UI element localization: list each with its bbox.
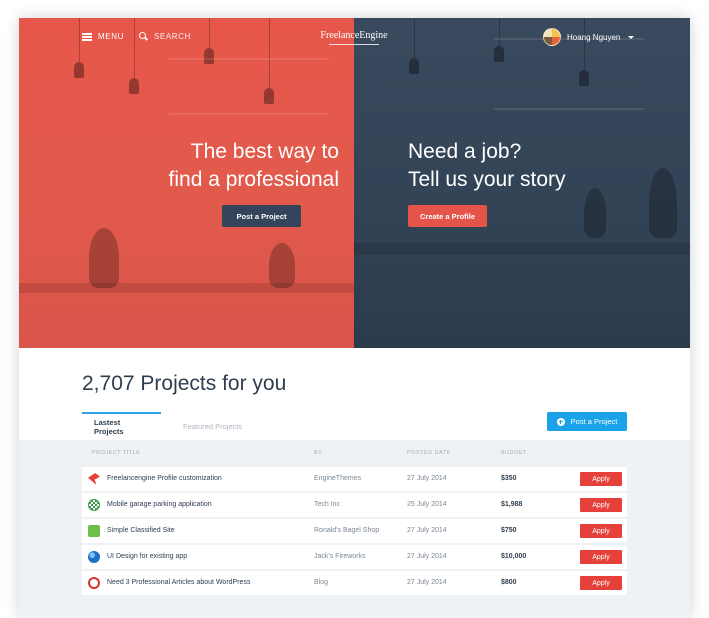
project-title[interactable]: Mobile garage parking application [107,501,212,508]
budget: $350 [501,475,517,482]
user-menu[interactable]: Hoang Nguyen [543,28,635,46]
budget: $1,988 [501,501,523,508]
pattern-icon [88,499,100,511]
apply-button[interactable]: Apply [580,550,622,564]
tab-latest-projects[interactable]: Lastest Projects [82,412,161,440]
avatar [543,28,561,46]
flame-icon [88,577,100,589]
menu-button[interactable]: MENU [82,32,124,41]
hero-left-title: The best way to find a professional [99,138,339,194]
budget: $10,000 [501,553,527,560]
project-title[interactable]: Simple Classified Site [107,527,175,534]
menu-label: MENU [98,32,124,41]
project-title[interactable]: Need 3 Professional Articles about WordP… [107,579,250,586]
project-tabs: Lastest Projects Featured Projects [82,412,254,440]
table-row[interactable]: Need 3 Professional Articles about WordP… [82,571,627,595]
chevron-down-icon [628,35,635,39]
hamburger-icon [82,32,92,41]
site-logo[interactable]: FreelanceEngine [319,30,389,45]
hero-left-title-line1: The best way to [190,140,339,163]
apply-button[interactable]: Apply [580,524,622,538]
project-owner[interactable]: Tech Inc [314,501,340,508]
top-navigation-bar: MENU SEARCH FreelanceEngine Hoang Nguyen [19,18,690,58]
post-project-label: Post a Project [570,417,618,426]
table-rows: Freelancengine Profile customization Eng… [82,467,627,597]
hero-post-project-button[interactable]: Post a Project [222,205,301,227]
table-row[interactable]: Freelancengine Profile customization Eng… [82,467,627,491]
project-owner[interactable]: Blog [314,579,328,586]
table-row[interactable]: UI Design for existing app Jack's Firewo… [82,545,627,569]
project-owner[interactable]: Jack's Fireworks [314,553,366,560]
page-frame: MENU SEARCH FreelanceEngine Hoang Nguyen… [19,18,690,618]
table-header: PROJECT TITLE BY POSTED DATE BUDGET [82,450,627,464]
search-button[interactable]: SEARCH [139,32,191,41]
leaf-icon [88,525,100,537]
post-project-button[interactable]: Post a Project [547,412,627,431]
posted-date: 27 July 2014 [407,579,447,586]
posted-date: 27 July 2014 [407,527,447,534]
search-icon [139,32,148,41]
project-owner[interactable]: Ronald's Bagel Shop [314,527,379,534]
logo-underline [329,44,379,45]
tab-featured-projects[interactable]: Featured Projects [171,412,254,440]
plus-circle-icon [556,417,565,426]
user-name: Hoang Nguyen [567,32,621,42]
column-header-title: PROJECT TITLE [92,450,141,456]
bird-icon [88,473,100,485]
projects-section: 2,707 Projects for you Lastest Projects … [19,348,690,618]
table-row[interactable]: Simple Classified Site Ronald's Bagel Sh… [82,519,627,543]
globe-icon [88,551,100,563]
projects-table: PROJECT TITLE BY POSTED DATE BUDGET Free… [19,440,690,618]
apply-button[interactable]: Apply [580,576,622,590]
table-row[interactable]: Mobile garage parking application Tech I… [82,493,627,517]
projects-count-heading: 2,707 Projects for you [82,372,287,395]
hero-right-title-line2: Tell us your story [408,168,566,191]
hero-right-title-line1: Need a job? [408,140,522,163]
apply-button[interactable]: Apply [580,498,622,512]
hero-section: MENU SEARCH FreelanceEngine Hoang Nguyen… [19,18,690,348]
column-header-budget: BUDGET [501,450,527,456]
posted-date: 27 July 2014 [407,553,447,560]
budget: $750 [501,527,517,534]
column-header-date: POSTED DATE [407,450,451,456]
posted-date: 27 July 2014 [407,475,447,482]
posted-date: 25 July 2014 [407,501,447,508]
project-owner[interactable]: EngineThemes [314,475,361,482]
budget: $800 [501,579,517,586]
hero-left-title-line2: find a professional [168,168,339,191]
project-title[interactable]: Freelancengine Profile customization [107,475,222,482]
project-title[interactable]: UI Design for existing app [107,553,187,560]
search-label: SEARCH [154,32,191,41]
column-header-by: BY [314,450,323,456]
create-profile-button[interactable]: Create a Profile [408,205,487,227]
apply-button[interactable]: Apply [580,472,622,486]
hero-right-title: Need a job? Tell us your story [408,138,648,194]
logo-text: FreelanceEngine [320,30,388,41]
